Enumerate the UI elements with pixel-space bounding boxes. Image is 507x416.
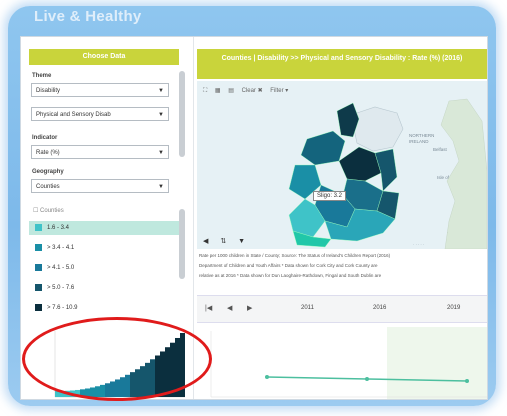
legend-swatch xyxy=(35,224,42,231)
geography-label: Geography xyxy=(32,169,64,175)
chevron-down-icon: ▼ xyxy=(158,112,164,118)
chart-highlight-band xyxy=(387,327,487,399)
highlight-ellipse xyxy=(22,317,212,401)
legend-label: > 5.0 - 7.6 xyxy=(47,285,75,291)
legend-caption: ☐ Counties xyxy=(33,207,64,214)
chevron-down-icon: ▼ xyxy=(158,88,164,94)
legend-item[interactable]: > 7.6 - 10.9 xyxy=(29,301,179,315)
legend-swatch xyxy=(35,284,42,291)
trend-point[interactable] xyxy=(265,375,269,379)
chevron-down-icon: ▼ xyxy=(158,184,164,190)
timeline-bar: |◀ ◀ ▶ 2011 2016 2019 xyxy=(197,295,487,323)
chevron-down-icon: ▼ xyxy=(158,150,164,156)
trend-point[interactable] xyxy=(365,377,369,381)
theme-label: Theme xyxy=(32,73,52,79)
legend-item[interactable]: 1.6 - 3.4 xyxy=(29,221,179,235)
app-title: Live & Healthy xyxy=(34,8,142,25)
source-note-line: Rate per 1000 children in State / County… xyxy=(199,253,485,258)
checkbox-icon[interactable]: ☐ xyxy=(33,208,40,214)
dropdown-arrow-icon[interactable]: ▼ xyxy=(238,238,245,245)
legend-item[interactable]: > 3.4 - 4.1 xyxy=(29,241,179,255)
trend-chart xyxy=(210,327,487,399)
subtheme-select-value: Physical and Sensory Disab xyxy=(36,112,111,118)
legend-caption-text: Counties xyxy=(40,208,64,214)
legend-item[interactable]: > 5.0 - 7.6 xyxy=(29,281,179,295)
indicator-label: Indicator xyxy=(32,135,58,141)
theme-select-value: Disability xyxy=(36,88,61,94)
source-note-line: Department of Children and Youth Affairs… xyxy=(199,263,378,268)
indicator-select-value: Rate (%) xyxy=(36,150,60,156)
timeline-year[interactable]: 2011 xyxy=(301,305,314,311)
ireland-choropleth-map[interactable]: · · · · · xyxy=(197,81,487,249)
indicator-select[interactable]: Rate (%) ▼ xyxy=(31,145,169,159)
svg-text:· · · · ·: · · · · · xyxy=(413,242,424,247)
geography-select[interactable]: Counties ▼ xyxy=(31,179,169,193)
timeline-year[interactable]: 2016 xyxy=(373,305,386,311)
legend-label: > 4.1 - 5.0 xyxy=(47,265,75,271)
legend-label: > 7.6 - 10.9 xyxy=(47,305,78,311)
theme-select[interactable]: Disability ▼ xyxy=(31,83,169,97)
back-icon[interactable]: ◀ xyxy=(227,304,232,312)
prev-arrow-icon[interactable]: ◀ xyxy=(203,238,208,245)
legend-scrollbar[interactable] xyxy=(179,209,185,279)
map-nav: ◀ ⇅ ▼ xyxy=(203,237,255,245)
legend-label: > 3.4 - 4.1 xyxy=(47,245,75,251)
sidebar-scrollbar[interactable] xyxy=(179,71,185,157)
sort-icon[interactable]: ⇅ xyxy=(220,238,226,245)
map-panel[interactable]: ⛶ ▦ ▤ Clear ✖ Filter ▾ NORTHERN IRELAND … xyxy=(197,81,487,249)
legend-label: 1.6 - 3.4 xyxy=(47,225,70,231)
geography-select-value: Counties xyxy=(36,184,60,190)
legend-item[interactable]: > 4.1 - 5.0 xyxy=(29,261,179,275)
timeline-year[interactable]: 2019 xyxy=(447,305,460,311)
trend-point[interactable] xyxy=(465,379,469,383)
source-note-text: Rate per 1000 children in State / County… xyxy=(199,253,391,258)
legend-swatch xyxy=(35,304,42,311)
sidebar-header: Choose Data xyxy=(29,49,179,65)
first-icon[interactable]: |◀ xyxy=(205,304,212,312)
source-note-line: relative as at 2016 * Data shown for Dun… xyxy=(199,273,382,278)
subtheme-select[interactable]: Physical and Sensory Disab ▼ xyxy=(31,107,169,121)
legend-swatch xyxy=(35,244,42,251)
main-header: Counties | Disability >> Physical and Se… xyxy=(197,49,487,79)
map-tooltip: Sligo: 3.2 xyxy=(313,191,347,201)
legend-swatch xyxy=(35,264,42,271)
play-icon[interactable]: ▶ xyxy=(247,304,252,312)
